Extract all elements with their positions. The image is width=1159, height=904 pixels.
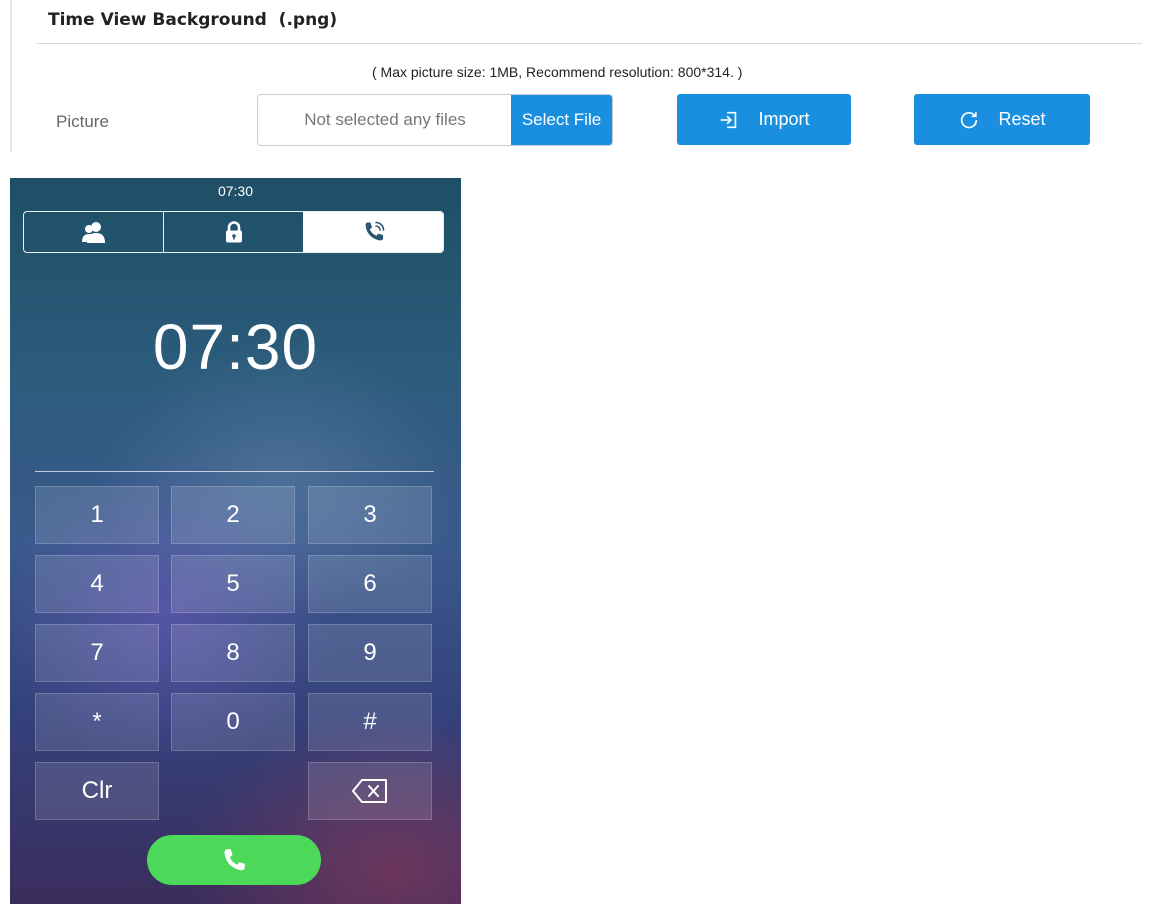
select-file-button[interactable]: Select File [511,95,612,145]
picture-label: Picture [56,112,109,131]
title-divider [36,43,1142,44]
clock-display: 07:30 [152,311,319,383]
file-picker[interactable]: Not selected any files Select File [257,94,613,146]
clear-key[interactable]: Clr [35,762,159,820]
key-4[interactable]: 4 [35,555,159,613]
key-1[interactable]: 1 [35,486,159,544]
import-icon [721,111,737,128]
panel-left-rule [10,0,12,152]
call-button[interactable] [147,835,321,885]
key-9[interactable]: 9 [308,624,432,682]
key-6[interactable]: 6 [308,555,432,613]
key-2[interactable]: 2 [171,486,295,544]
import-label: Import [758,109,810,129]
key-8[interactable]: 8 [171,624,295,682]
tab-contacts[interactable] [24,212,163,252]
key-7[interactable]: 7 [35,624,159,682]
section-title: Time View Background (.png) [48,10,338,30]
backspace-icon [352,779,387,803]
tab-bar [23,211,444,253]
reset-button[interactable]: Reset [914,94,1090,145]
key-3[interactable]: 3 [308,486,432,544]
picture-size-hint: ( Max picture size: 1MB, Recommend resol… [372,64,743,80]
phone-screen-preview: 07:30 07:30 1 2 3 4 5 6 7 8 9 * 0 # Clr [10,178,461,904]
import-button[interactable]: Import [677,94,851,145]
tab-lock[interactable] [163,212,303,252]
keypad-divider [35,471,434,472]
time-view-background-panel: Time View Background (.png) ( Max pictur… [0,0,1159,160]
refresh-icon [961,111,978,128]
backspace-key[interactable] [308,762,432,820]
key-hash[interactable]: # [308,693,432,751]
key-0[interactable]: 0 [171,693,295,751]
phone-icon [224,849,245,871]
reset-label: Reset [998,109,1046,129]
file-placeholder: Not selected any files [304,110,466,129]
key-star[interactable]: * [35,693,159,751]
phone-call-icon [365,221,384,241]
lock-icon [225,221,242,243]
key-5[interactable]: 5 [171,555,295,613]
tab-call[interactable] [303,212,443,252]
status-bar-time: 07:30 [217,183,254,199]
contacts-icon [81,222,105,243]
